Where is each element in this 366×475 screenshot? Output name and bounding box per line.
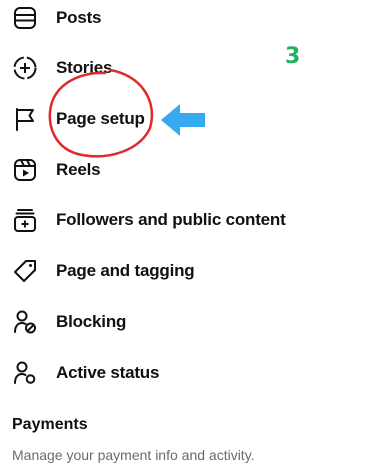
menu-item-followers-public-content[interactable]: Followers and public content	[0, 200, 366, 240]
followers-content-icon	[12, 207, 38, 233]
menu-item-stories[interactable]: Stories	[0, 48, 366, 88]
menu-item-label: Active status	[56, 363, 160, 382]
menu-item-reels[interactable]: Reels	[0, 150, 366, 190]
menu-item-label: Page and tagging	[56, 261, 195, 280]
menu-item-label: Followers and public content	[56, 210, 286, 229]
blocking-user-icon	[12, 309, 38, 335]
payments-section-description: Manage your payment info and activity.	[12, 447, 255, 463]
menu-item-label: Stories	[56, 58, 113, 77]
menu-item-posts[interactable]: Posts	[0, 0, 366, 38]
menu-item-blocking[interactable]: Blocking	[0, 302, 366, 342]
menu-item-page-and-tagging[interactable]: Page and tagging	[0, 251, 366, 291]
stories-add-icon	[12, 55, 38, 81]
menu-item-active-status[interactable]: Active status	[0, 353, 366, 393]
menu-item-label: Posts	[56, 8, 102, 27]
menu-item-label: Blocking	[56, 312, 127, 331]
tag-icon	[12, 258, 38, 284]
active-status-user-icon	[12, 360, 38, 386]
menu-item-label: Reels	[56, 160, 101, 179]
posts-icon	[12, 5, 38, 31]
reels-icon	[12, 157, 38, 183]
step-number-annotation: 3	[285, 44, 301, 69]
menu-item-label: Page setup	[56, 109, 145, 128]
menu-item-page-setup[interactable]: Page setup	[0, 99, 366, 139]
flag-icon	[12, 106, 38, 132]
payments-section-title[interactable]: Payments	[12, 416, 88, 434]
